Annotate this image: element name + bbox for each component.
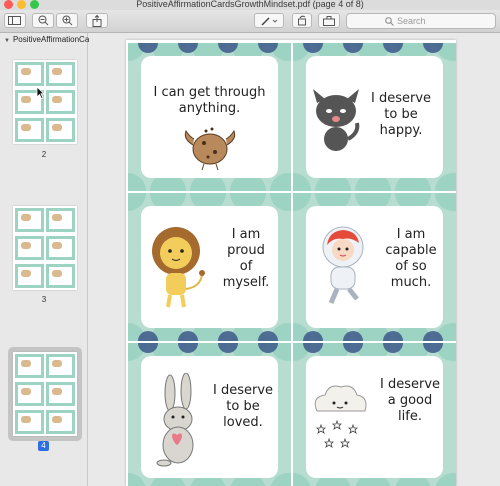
card-text: I deserve a good life. — [379, 377, 441, 424]
cloud-icon — [314, 385, 367, 448]
cat-icon — [313, 89, 360, 151]
document-name: PositiveAffirmationCa... — [12, 35, 96, 44]
page-label-3: 3 — [41, 295, 47, 304]
search-input[interactable]: Search — [346, 13, 496, 29]
share-icon — [92, 14, 102, 27]
rotate-icon — [298, 15, 306, 26]
card-text: I deserve to be happy. — [370, 91, 432, 138]
sidebar-icon — [8, 16, 21, 25]
card-text: I am capable of so much. — [385, 227, 437, 290]
pdf-page: I can get through anything. I deserve to… — [126, 40, 456, 486]
affirmation-card: I deserve a good life. — [293, 343, 456, 486]
document-viewer[interactable]: I can get through anything. I deserve to… — [89, 33, 500, 486]
sidebar-document-header[interactable]: ▼ PositiveAffirmationCa... — [4, 35, 96, 44]
page-thumbnail-3[interactable] — [13, 206, 77, 290]
lion-icon — [152, 227, 205, 308]
markup-button[interactable] — [254, 13, 284, 28]
zoom-in-icon — [62, 15, 72, 26]
card-text: I am proud of myself. — [222, 227, 270, 290]
pen-icon — [261, 16, 278, 26]
toolbox-icon — [323, 15, 335, 26]
cookie-icon — [184, 127, 236, 171]
page-thumbnail-4[interactable] — [13, 352, 77, 436]
affirmation-card: I am capable of so much. — [293, 193, 456, 341]
zoom-out-button[interactable] — [32, 13, 54, 28]
title-bar: PositiveAffirmationCardsGrowthMindset.pd… — [0, 0, 500, 10]
affirmation-card: I am proud of myself. — [128, 193, 291, 341]
zoom-out-icon — [38, 15, 48, 26]
window-title: PositiveAffirmationCardsGrowthMindset.pd… — [136, 0, 364, 9]
search-placeholder: Search — [397, 16, 426, 26]
card-text: I deserve to be loved. — [212, 383, 274, 430]
page-thumbnail-2[interactable] — [13, 60, 77, 144]
zoom-in-button[interactable] — [56, 13, 78, 28]
page-label-4: 4 — [38, 441, 49, 451]
affirmation-card: I deserve to be loved. — [128, 343, 291, 486]
rotate-button[interactable] — [292, 13, 312, 28]
affirmation-card: I deserve to be happy. — [293, 43, 456, 191]
astronaut-icon — [322, 226, 364, 304]
search-icon — [385, 17, 394, 26]
disclosure-triangle-icon[interactable]: ▼ — [4, 38, 10, 44]
share-button[interactable] — [86, 13, 108, 28]
mouse-cursor-icon — [36, 86, 45, 99]
thumbnail-sidebar: ▼ PositiveAffirmationCa... 2 3 4 — [0, 33, 96, 486]
bunny-icon — [156, 373, 194, 467]
toolbar: Search — [0, 10, 500, 33]
sidebar-toggle-button[interactable] — [4, 13, 26, 28]
card-text: I can get through anything. — [153, 85, 266, 116]
affirmation-card: I can get through anything. — [128, 43, 291, 191]
toolbox-button[interactable] — [318, 13, 340, 28]
page-label-2: 2 — [41, 150, 47, 159]
